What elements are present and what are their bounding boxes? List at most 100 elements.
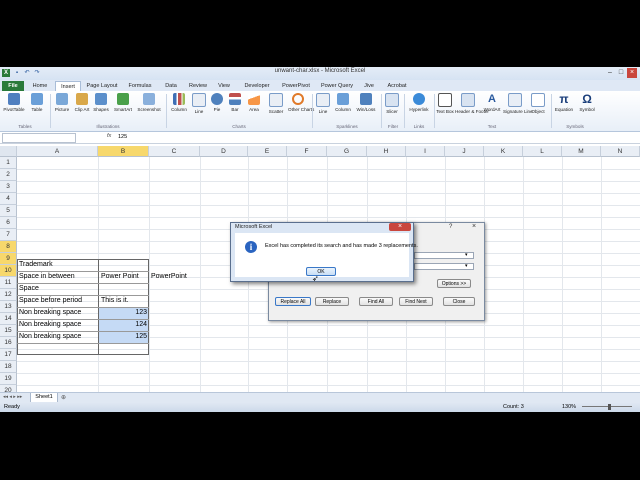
- slicer-button[interactable]: Slicer: [383, 93, 401, 121]
- row-header[interactable]: 5: [0, 205, 17, 217]
- tab-power-query[interactable]: Power Query: [318, 81, 356, 91]
- clip-art-button[interactable]: Clip Art: [74, 93, 90, 121]
- zoom-level[interactable]: 130%: [562, 404, 576, 410]
- row-header[interactable]: 11: [0, 277, 17, 289]
- cell-c5[interactable]: PowerPoint: [149, 271, 189, 283]
- column-header[interactable]: A: [17, 146, 98, 157]
- signature-line-button[interactable]: Signature Line: [503, 93, 533, 121]
- row-header[interactable]: 18: [0, 361, 17, 373]
- cell-a10[interactable]: Non breaking space: [17, 331, 83, 343]
- tab-acrobat[interactable]: Acrobat: [383, 81, 411, 91]
- options-button[interactable]: Options >>: [437, 279, 471, 288]
- column-header[interactable]: L: [523, 146, 562, 157]
- close-button[interactable]: Close: [443, 297, 475, 306]
- equation-button[interactable]: π Equation: [553, 93, 575, 121]
- ok-button[interactable]: OK: [306, 267, 336, 276]
- column-header[interactable]: I: [406, 146, 445, 157]
- sparkline-line-button[interactable]: Line: [314, 93, 332, 121]
- header-footer-button[interactable]: Header & Footer: [455, 93, 489, 121]
- row-header[interactable]: 13: [0, 301, 17, 313]
- cell-a7[interactable]: Space before period: [17, 295, 84, 307]
- row-header[interactable]: 4: [0, 193, 17, 205]
- row-header[interactable]: 3: [0, 181, 17, 193]
- zoom-slider[interactable]: [582, 406, 632, 407]
- sheet-nav-arrows-icon[interactable]: ◂◂ ◂ ▸ ▸▸: [3, 394, 22, 400]
- smartart-button[interactable]: SmartArt: [112, 93, 134, 121]
- text-box-button[interactable]: Text Box: [436, 93, 454, 121]
- cell-a5[interactable]: Space in between: [17, 271, 77, 283]
- tab-home[interactable]: Home: [28, 81, 52, 91]
- table-button[interactable]: Table: [28, 93, 46, 121]
- sparkline-column-button[interactable]: Column: [333, 93, 353, 121]
- row-header[interactable]: 14: [0, 313, 17, 325]
- message-box-close-icon[interactable]: ×: [389, 223, 411, 231]
- column-header[interactable]: N: [601, 146, 640, 157]
- pivottable-button[interactable]: PivotTable: [2, 93, 26, 121]
- row-header[interactable]: 6: [0, 217, 17, 229]
- tab-view[interactable]: View: [214, 81, 234, 91]
- row-header[interactable]: 16: [0, 337, 17, 349]
- column-header[interactable]: H: [367, 146, 406, 157]
- tab-insert[interactable]: Insert: [55, 81, 81, 91]
- cell-b7[interactable]: This is it.: [99, 295, 131, 307]
- row-header[interactable]: 9: [0, 253, 17, 265]
- cell-a8[interactable]: Non breaking space: [17, 307, 83, 319]
- hyperlink-button[interactable]: Hyperlink: [406, 93, 432, 121]
- cell-b5[interactable]: Power Point: [99, 271, 141, 283]
- tab-powerpivot[interactable]: PowerPivot: [279, 81, 313, 91]
- row-header[interactable]: 17: [0, 349, 17, 361]
- column-header[interactable]: B: [98, 146, 149, 157]
- formula-input[interactable]: 125: [118, 133, 127, 141]
- screenshot-button[interactable]: Screenshot: [135, 93, 163, 121]
- cell-a4[interactable]: Trademark: [17, 259, 55, 271]
- find-dialog-close-icon[interactable]: ×: [467, 223, 481, 231]
- row-header[interactable]: 2: [0, 169, 17, 181]
- dropdown-arrow-icon[interactable]: ▾: [465, 252, 468, 258]
- column-header[interactable]: E: [248, 146, 287, 157]
- select-all-corner[interactable]: [0, 146, 17, 157]
- row-header[interactable]: 7: [0, 229, 17, 241]
- find-all-button[interactable]: Find All: [359, 297, 393, 306]
- tab-file[interactable]: File: [2, 81, 24, 91]
- cell-b10[interactable]: 125: [99, 331, 149, 343]
- area-chart-button[interactable]: Area: [245, 93, 263, 121]
- maximize-icon[interactable]: □: [616, 68, 626, 78]
- tab-review[interactable]: Review: [186, 81, 210, 91]
- column-header[interactable]: K: [484, 146, 523, 157]
- cell-b9[interactable]: 124: [99, 319, 149, 331]
- dropdown-arrow-icon[interactable]: ▾: [465, 263, 468, 269]
- cell-a6[interactable]: Space: [17, 283, 41, 295]
- bar-chart-button[interactable]: Bar: [227, 93, 243, 121]
- symbol-button[interactable]: Ω Symbol: [577, 93, 597, 121]
- row-header[interactable]: 8: [0, 241, 17, 253]
- wordart-button[interactable]: A WordArt: [482, 93, 502, 121]
- shapes-button[interactable]: Shapes: [91, 93, 111, 121]
- scatter-chart-button[interactable]: Scatter: [265, 93, 287, 121]
- tab-jive[interactable]: Jive: [360, 81, 378, 91]
- row-header[interactable]: 15: [0, 325, 17, 337]
- sparkline-winloss-button[interactable]: Win/Loss: [354, 93, 378, 121]
- close-window-icon[interactable]: ×: [627, 68, 637, 78]
- other-charts-button[interactable]: Other Charts: [288, 93, 314, 121]
- row-header[interactable]: 19: [0, 373, 17, 385]
- column-header[interactable]: C: [149, 146, 200, 157]
- new-sheet-icon[interactable]: ⊕: [61, 394, 66, 401]
- zoom-slider-thumb[interactable]: [608, 404, 611, 410]
- cell-a9[interactable]: Non breaking space: [17, 319, 83, 331]
- minimize-icon[interactable]: –: [605, 68, 615, 78]
- object-button[interactable]: Object: [528, 93, 548, 121]
- column-header[interactable]: M: [562, 146, 601, 157]
- replace-all-button[interactable]: Replace All: [275, 297, 311, 306]
- picture-button[interactable]: Picture: [52, 93, 72, 121]
- column-header[interactable]: D: [200, 146, 248, 157]
- find-next-button[interactable]: Find Next: [399, 297, 433, 306]
- tab-data[interactable]: Data: [160, 81, 182, 91]
- name-box[interactable]: [2, 133, 76, 143]
- tab-page-layout[interactable]: Page Layout: [84, 81, 120, 91]
- pie-chart-button[interactable]: Pie: [209, 93, 225, 121]
- cell-b8[interactable]: 123: [99, 307, 149, 319]
- column-header[interactable]: F: [287, 146, 327, 157]
- row-header[interactable]: 12: [0, 289, 17, 301]
- replace-button[interactable]: Replace: [315, 297, 349, 306]
- tab-formulas[interactable]: Formulas: [125, 81, 155, 91]
